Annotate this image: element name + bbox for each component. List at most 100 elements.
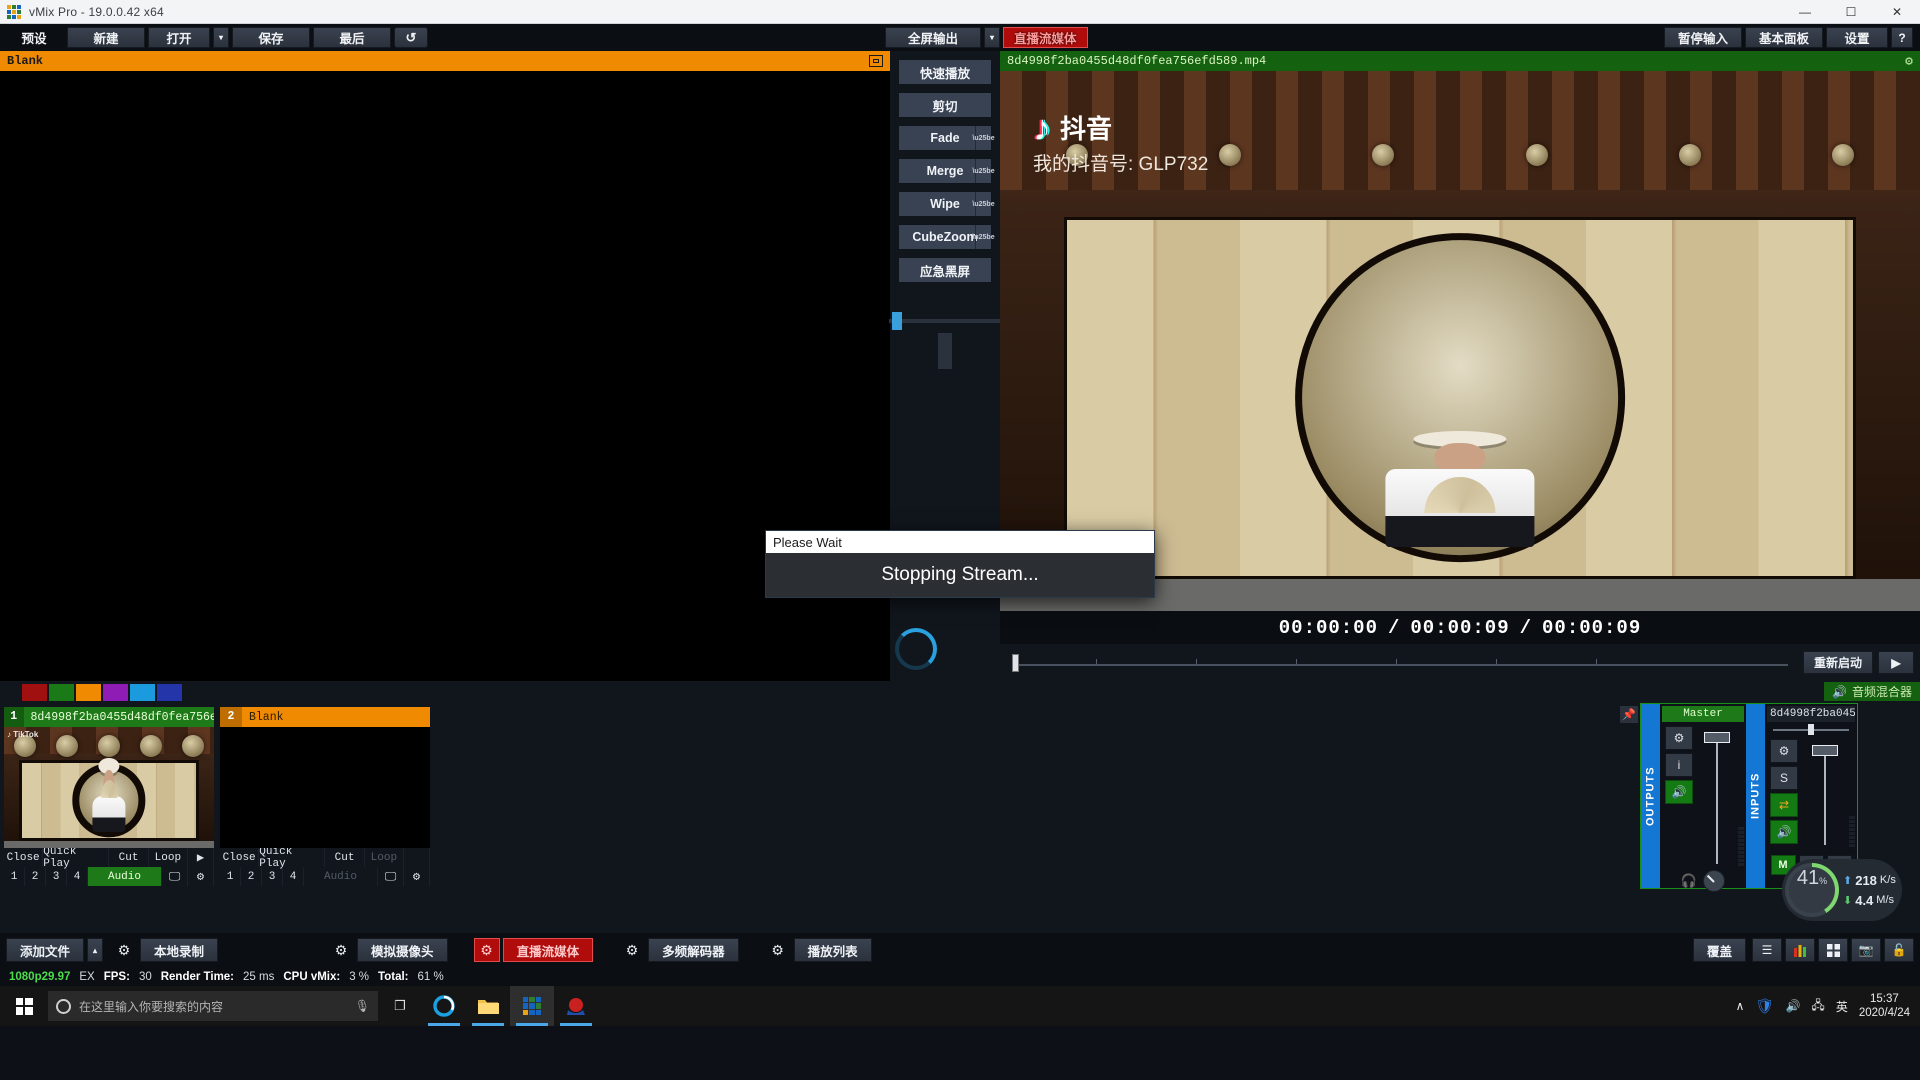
transition-button-fade[interactable]: Fade \u25be <box>898 125 992 151</box>
speaker-icon[interactable]: 🔊 <box>1770 820 1798 844</box>
microphone-icon[interactable]: 🎙 <box>355 999 370 1013</box>
color-swatch-green[interactable] <box>49 684 74 701</box>
gear-icon[interactable]: ⚙ <box>1905 54 1913 69</box>
transition-button-merge[interactable]: Merge \u25be <box>898 158 992 184</box>
monitor-icon[interactable]: 🖵 <box>162 867 188 886</box>
input-thumbnail[interactable]: ♪ TikTok <box>4 727 214 848</box>
input-tile-2[interactable]: 2 Blank Close Quick Play Cut Loop 1 2 3 … <box>220 707 430 933</box>
input-play-icon[interactable]: ▶ <box>188 848 214 867</box>
live-stream-gear-icon[interactable]: ⚙ <box>474 938 500 962</box>
transition-button-0[interactable]: 快速播放 <box>898 59 992 85</box>
shield-icon[interactable]: 🛡 <box>1755 997 1774 1015</box>
headphone-icon[interactable]: 🎧 <box>1681 873 1697 889</box>
color-swatch-purple[interactable] <box>103 684 128 701</box>
cortana-icon[interactable] <box>422 986 466 1026</box>
play-button[interactable]: ▶ <box>1878 651 1914 674</box>
volume-icon[interactable]: 🔊 <box>1785 999 1800 1013</box>
input-layer-4[interactable]: 4 <box>283 867 304 886</box>
input-layer-2[interactable]: 2 <box>241 867 262 886</box>
scrubber-playhead[interactable] <box>1012 654 1019 672</box>
local-record-button[interactable]: 本地录制 <box>140 938 218 962</box>
input-layer-1[interactable]: 1 <box>4 867 25 886</box>
gear-icon[interactable]: ⚙ <box>1665 726 1693 750</box>
gear-icon[interactable]: ⚙ <box>404 867 430 886</box>
pause-input-button[interactable]: 暂停输入 <box>1664 27 1742 48</box>
fullscreen-dropdown-arrow-icon[interactable]: ▾ <box>984 27 1000 48</box>
input-cut-button[interactable]: Cut <box>325 848 364 867</box>
close-button[interactable]: ✕ <box>1874 0 1920 24</box>
overlay-button[interactable]: 覆盖 <box>1693 938 1746 962</box>
t-bar-slider[interactable] <box>889 312 1001 330</box>
live-stream-button[interactable]: 直播流媒体 <box>503 938 594 962</box>
grid-icon[interactable] <box>1818 938 1848 962</box>
levels-icon[interactable] <box>1785 938 1815 962</box>
input-close-button[interactable]: Close <box>220 848 259 867</box>
master-fader[interactable] <box>1696 726 1738 872</box>
taskbar-clock[interactable]: 15:37 2020/4/24 <box>1859 992 1910 1021</box>
chevron-down-icon[interactable]: \u25be <box>975 225 991 249</box>
restart-button[interactable]: 重新启动 <box>1803 651 1873 674</box>
virtual-camera-button[interactable]: 模拟摄像头 <box>357 938 448 962</box>
add-file-dropdown-arrow-icon[interactable]: ▴ <box>87 938 103 962</box>
input-layer-1[interactable]: 1 <box>220 867 241 886</box>
input-audio-button[interactable]: Audio <box>88 867 162 886</box>
task-view-icon[interactable]: ❐ <box>378 986 422 1026</box>
input-layer-3[interactable]: 3 <box>46 867 67 886</box>
lock-icon[interactable]: 🔓 <box>1884 938 1914 962</box>
window-icon[interactable] <box>869 55 883 67</box>
virtual-camera-gear-icon[interactable]: ⚙ <box>328 938 354 962</box>
playlist-gear-icon[interactable]: ⚙ <box>765 938 791 962</box>
color-swatch-red[interactable] <box>22 684 47 701</box>
input-loop-button[interactable]: Loop <box>149 848 188 867</box>
pin-icon[interactable]: 📌 <box>1619 705 1639 724</box>
new-button[interactable]: 新建 <box>67 27 145 48</box>
start-button[interactable] <box>0 986 48 1026</box>
local-record-gear-icon[interactable]: ⚙ <box>111 938 137 962</box>
monitor-icon[interactable]: 🖵 <box>378 867 404 886</box>
info-button[interactable]: i <box>1665 753 1693 777</box>
input-quickplay-button[interactable]: Quick Play <box>259 848 325 867</box>
input-tile-1[interactable]: 1 8d4998f2ba0455d48df0fea756efd5 ♪ TikTo… <box>4 707 214 933</box>
input-quickplay-button[interactable]: Quick Play <box>43 848 109 867</box>
gear-icon[interactable]: ⚙ <box>188 867 214 886</box>
add-file-button[interactable]: 添加文件 <box>6 938 84 962</box>
multi-decoder-button[interactable]: 多频解码器 <box>648 938 739 962</box>
multi-decoder-gear-icon[interactable]: ⚙ <box>619 938 645 962</box>
preview-pane[interactable]: Blank <box>0 51 890 681</box>
open-button[interactable]: 打开 <box>148 27 210 48</box>
t-bar-vertical-handle[interactable] <box>937 332 953 370</box>
live-stream-status-button[interactable]: 直播流媒体 <box>1003 27 1088 48</box>
speaker-icon[interactable]: 🔊 <box>1665 780 1693 804</box>
solo-button[interactable]: S <box>1770 766 1798 790</box>
save-button[interactable]: 保存 <box>232 27 310 48</box>
vmix-icon[interactable] <box>510 986 554 1026</box>
basic-panel-button[interactable]: 基本面板 <box>1745 27 1823 48</box>
playback-scrubber[interactable] <box>1006 654 1798 672</box>
menu-icon[interactable]: ☰ <box>1752 938 1782 962</box>
tray-chevron-icon[interactable]: ∧ <box>1736 999 1745 1013</box>
color-swatch-blue[interactable] <box>130 684 155 701</box>
network-icon[interactable]: 🖧 <box>1811 996 1824 1017</box>
settings-button[interactable]: 设置 <box>1826 27 1888 48</box>
chevron-down-icon[interactable]: \u25be <box>975 126 991 150</box>
input-pan-slider[interactable] <box>1773 724 1849 735</box>
loop-icon[interactable]: ↺ <box>394 27 428 48</box>
camera-icon[interactable]: 📷 <box>1851 938 1881 962</box>
minimize-button[interactable]: — <box>1782 0 1828 24</box>
gear-icon[interactable]: ⚙ <box>1770 739 1798 763</box>
ime-language-icon[interactable]: 英 <box>1836 998 1848 1015</box>
last-button[interactable]: 最后 <box>313 27 391 48</box>
transition-button-emergency-black[interactable]: 应急黑屏 <box>898 257 992 283</box>
help-button[interactable]: ? <box>1891 27 1913 48</box>
input-layer-3[interactable]: 3 <box>262 867 283 886</box>
open-dropdown-arrow-icon[interactable]: ▾ <box>213 27 229 48</box>
color-swatch-navy[interactable] <box>157 684 182 701</box>
input-fader[interactable] <box>1801 739 1849 853</box>
t-bar-knob[interactable] <box>892 312 902 330</box>
input-cut-button[interactable]: Cut <box>109 848 148 867</box>
transition-button-1[interactable]: 剪切 <box>898 92 992 118</box>
preset-button[interactable]: 预设 <box>4 27 64 48</box>
media-app-icon[interactable] <box>554 986 598 1026</box>
chevron-down-icon[interactable]: \u25be <box>975 159 991 183</box>
color-swatch-orange[interactable] <box>76 684 101 701</box>
